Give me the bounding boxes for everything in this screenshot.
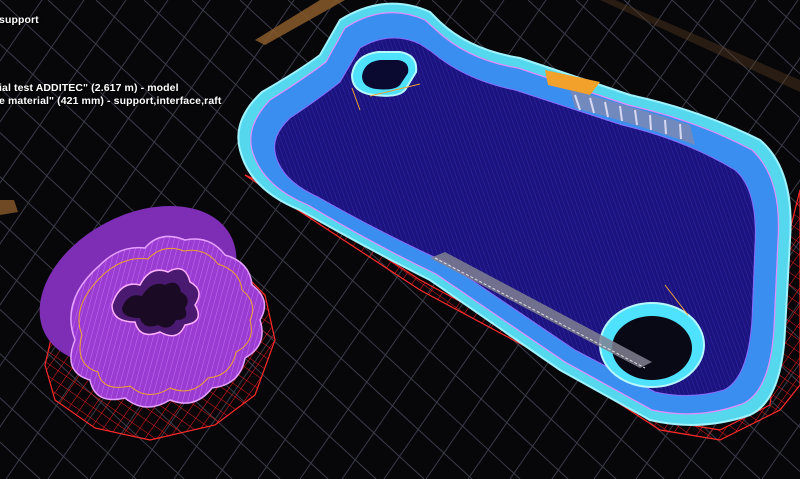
grid-line	[0, 0, 43, 62]
phone-case-model[interactable]	[237, 2, 792, 426]
camera-cutout	[350, 51, 418, 97]
3d-viewport[interactable]	[0, 0, 800, 479]
